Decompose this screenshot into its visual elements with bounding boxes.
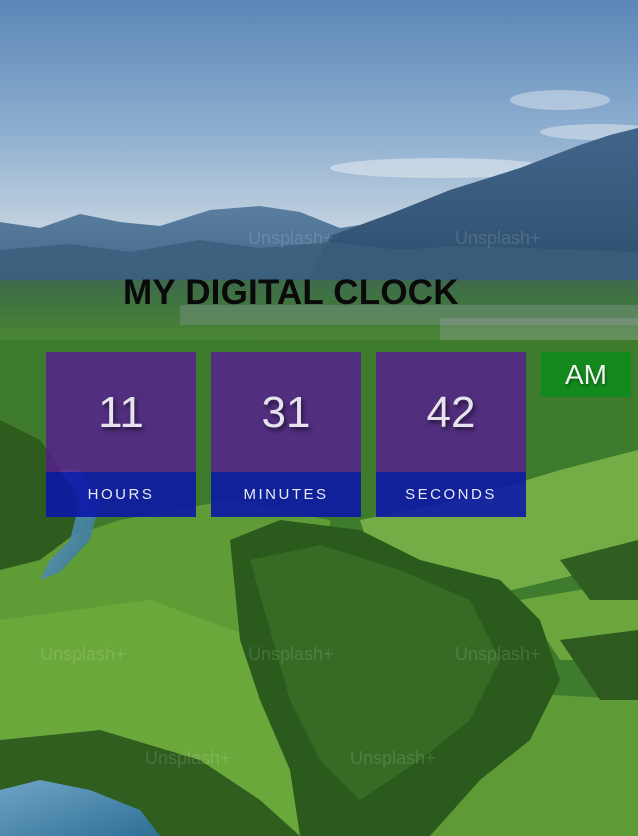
watermark-text: Unsplash+ bbox=[248, 644, 334, 664]
hours-label-box: HOURS bbox=[46, 472, 196, 517]
seconds-label: SECONDS bbox=[405, 486, 497, 503]
page-title: MY DIGITAL CLOCK bbox=[123, 273, 459, 312]
minutes-label: MINUTES bbox=[243, 486, 329, 503]
seconds-value: 42 bbox=[426, 388, 476, 437]
seconds-unit: 42 SECONDS bbox=[376, 352, 526, 517]
watermark-text: Unsplash+ bbox=[40, 644, 126, 664]
minutes-unit: 31 MINUTES bbox=[211, 352, 361, 517]
watermark-text: Unsplash+ bbox=[248, 228, 334, 248]
watermark-text: Unsplash+ bbox=[455, 644, 541, 664]
hours-value: 11 bbox=[98, 388, 144, 437]
watermark-text: Unsplash+ bbox=[145, 748, 231, 768]
hours-label: HOURS bbox=[87, 486, 155, 503]
seconds-label-box: SECONDS bbox=[376, 472, 526, 517]
hours-display: 11 bbox=[46, 352, 196, 472]
period-value: AM bbox=[565, 358, 607, 390]
seconds-display: 42 bbox=[376, 352, 526, 472]
watermark-text: Unsplash+ bbox=[350, 748, 436, 768]
hours-unit: 11 HOURS bbox=[46, 352, 196, 517]
period-badge: AM bbox=[541, 352, 631, 397]
minutes-value: 31 bbox=[261, 388, 311, 437]
minutes-display: 31 bbox=[211, 352, 361, 472]
minutes-label-box: MINUTES bbox=[211, 472, 361, 517]
watermark-text: Unsplash+ bbox=[455, 228, 541, 248]
